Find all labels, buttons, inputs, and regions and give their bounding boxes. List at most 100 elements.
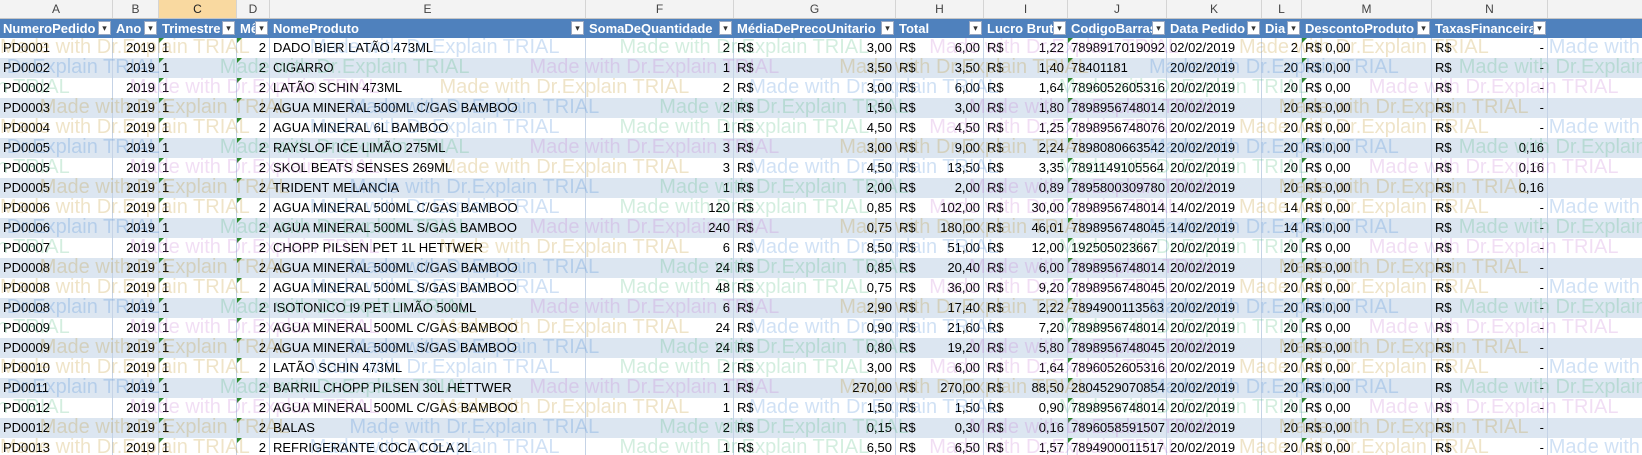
cell-4[interactable]: AGUA MINERAL 500ML S/GAS BAMBOO xyxy=(270,338,586,358)
cell-1[interactable]: 2019 xyxy=(113,418,159,438)
cell-11[interactable]: 20 xyxy=(1262,278,1302,298)
cell-7[interactable]: R$ 102,00 xyxy=(896,198,984,218)
cell-6[interactable]: R$ 0,75 xyxy=(734,278,896,298)
cell-1[interactable]: 2019 xyxy=(113,438,159,455)
cell-8[interactable]: R$ 3,35 xyxy=(984,158,1068,178)
cell-0[interactable]: PD0006 xyxy=(0,218,113,238)
cell-2[interactable]: 1 xyxy=(159,218,237,238)
cell-5[interactable]: 2 xyxy=(586,78,734,98)
cell-9[interactable]: 7898956748045 xyxy=(1068,218,1167,238)
cell-6[interactable]: R$ 3,00 xyxy=(734,138,896,158)
column-letter-c[interactable]: C xyxy=(159,0,237,18)
cell-6[interactable]: R$ 4,50 xyxy=(734,118,896,138)
cell-11[interactable]: 20 xyxy=(1262,98,1302,118)
cell-8[interactable]: R$ 1,57 xyxy=(984,438,1068,455)
cell-8[interactable]: R$ 0,16 xyxy=(984,418,1068,438)
cell-11[interactable]: 20 xyxy=(1262,378,1302,398)
cell-1[interactable]: 2019 xyxy=(113,258,159,278)
column-letter-d[interactable]: D xyxy=(237,0,270,18)
cell-5[interactable]: 1 xyxy=(586,178,734,198)
cell-8[interactable]: R$ 0,90 xyxy=(984,398,1068,418)
cell-7[interactable]: R$ 20,40 xyxy=(896,258,984,278)
cell-3[interactable]: 2 xyxy=(237,238,270,258)
cell-6[interactable]: R$ 1,50 xyxy=(734,98,896,118)
cell-11[interactable]: 14 xyxy=(1262,218,1302,238)
column-letter-h[interactable]: H xyxy=(896,0,984,18)
cell-10[interactable]: 20/02/2019 xyxy=(1167,398,1262,418)
cell-6[interactable]: R$ 3,00 xyxy=(734,358,896,378)
cell-3[interactable]: 2 xyxy=(237,218,270,238)
cell-8[interactable]: R$ 1,22 xyxy=(984,38,1068,58)
cell-12[interactable]: R$ 0,00 xyxy=(1302,358,1432,378)
cell-3[interactable]: 2 xyxy=(237,58,270,78)
cell-9[interactable]: 7898956748014 xyxy=(1068,98,1167,118)
column-letter-a[interactable]: A xyxy=(0,0,113,18)
cell-10[interactable]: 20/02/2019 xyxy=(1167,98,1262,118)
cell-4[interactable]: SKOL BEATS SENSES 269ML xyxy=(270,158,586,178)
cell-9[interactable]: 7898956748045 xyxy=(1068,278,1167,298)
cell-0[interactable]: PD0001 xyxy=(0,38,113,58)
cell-2[interactable]: 1 xyxy=(159,238,237,258)
cell-1[interactable]: 2019 xyxy=(113,198,159,218)
filter-dropdown-icon[interactable]: ▾ xyxy=(1247,21,1260,35)
cell-0[interactable]: PD0004 xyxy=(0,118,113,138)
cell-12[interactable]: R$ 0,00 xyxy=(1302,238,1432,258)
cell-9[interactable]: 7895800309780 xyxy=(1068,178,1167,198)
column-letter-j[interactable]: J xyxy=(1068,0,1167,18)
cell-6[interactable]: R$ 0,15 xyxy=(734,418,896,438)
cell-13[interactable]: R$ - xyxy=(1432,318,1548,338)
filter-dropdown-icon[interactable]: ▾ xyxy=(571,21,584,35)
cell-13[interactable]: R$ - xyxy=(1432,78,1548,98)
cell-11[interactable]: 20 xyxy=(1262,138,1302,158)
cell-10[interactable]: 20/02/2019 xyxy=(1167,358,1262,378)
cell-4[interactable]: BALAS xyxy=(270,418,586,438)
column-letter-m[interactable]: M xyxy=(1302,0,1432,18)
cell-6[interactable]: R$ 0,90 xyxy=(734,318,896,338)
cell-9[interactable]: 7898956748076 xyxy=(1068,118,1167,138)
cell-1[interactable]: 2019 xyxy=(113,358,159,378)
cell-0[interactable]: PD0007 xyxy=(0,238,113,258)
cell-4[interactable]: TRIDENT MELANCIA xyxy=(270,178,586,198)
cell-2[interactable]: 1 xyxy=(159,178,237,198)
cell-7[interactable]: R$ 17,40 xyxy=(896,298,984,318)
cell-7[interactable]: R$ 6,00 xyxy=(896,78,984,98)
cell-2[interactable]: 1 xyxy=(159,58,237,78)
cell-9[interactable]: 7898956748014 xyxy=(1068,258,1167,278)
cell-13[interactable]: R$ - xyxy=(1432,378,1548,398)
cell-3[interactable]: 2 xyxy=(237,398,270,418)
cell-9[interactable]: 7896052605316 xyxy=(1068,78,1167,98)
cell-3[interactable]: 2 xyxy=(237,258,270,278)
cell-11[interactable]: 14 xyxy=(1262,198,1302,218)
cell-2[interactable]: 1 xyxy=(159,118,237,138)
cell-2[interactable]: 1 xyxy=(159,258,237,278)
cell-2[interactable]: 1 xyxy=(159,298,237,318)
filter-dropdown-icon[interactable]: ▾ xyxy=(1417,21,1430,35)
cell-1[interactable]: 2019 xyxy=(113,138,159,158)
column-letter-k[interactable]: K xyxy=(1167,0,1262,18)
cell-5[interactable]: 24 xyxy=(586,258,734,278)
cell-5[interactable]: 240 xyxy=(586,218,734,238)
cell-1[interactable]: 2019 xyxy=(113,338,159,358)
cell-8[interactable]: R$ 1,64 xyxy=(984,78,1068,98)
cell-3[interactable]: 2 xyxy=(237,98,270,118)
cell-10[interactable]: 20/02/2019 xyxy=(1167,258,1262,278)
cell-3[interactable]: 2 xyxy=(237,338,270,358)
cell-10[interactable]: 20/02/2019 xyxy=(1167,298,1262,318)
cell-11[interactable]: 20 xyxy=(1262,318,1302,338)
cell-6[interactable]: R$ 2,90 xyxy=(734,298,896,318)
cell-6[interactable]: R$ 3,00 xyxy=(734,38,896,58)
cell-0[interactable]: PD0005 xyxy=(0,158,113,178)
filter-dropdown-icon[interactable]: ▾ xyxy=(1287,21,1300,35)
cell-2[interactable]: 1 xyxy=(159,138,237,158)
cell-9[interactable]: 78401181 xyxy=(1068,58,1167,78)
cell-9[interactable]: 2804529070854 xyxy=(1068,378,1167,398)
cell-2[interactable]: 1 xyxy=(159,398,237,418)
cell-5[interactable]: 24 xyxy=(586,338,734,358)
cell-9[interactable]: 7898917019092 xyxy=(1068,38,1167,58)
cell-4[interactable]: BARRIL CHOPP PILSEN 30L HETTWER xyxy=(270,378,586,398)
cell-1[interactable]: 2019 xyxy=(113,78,159,98)
cell-9[interactable]: 7894900113563 xyxy=(1068,298,1167,318)
cell-8[interactable]: R$ 5,80 xyxy=(984,338,1068,358)
cell-5[interactable]: 2 xyxy=(586,418,734,438)
cell-12[interactable]: R$ 0,00 xyxy=(1302,118,1432,138)
